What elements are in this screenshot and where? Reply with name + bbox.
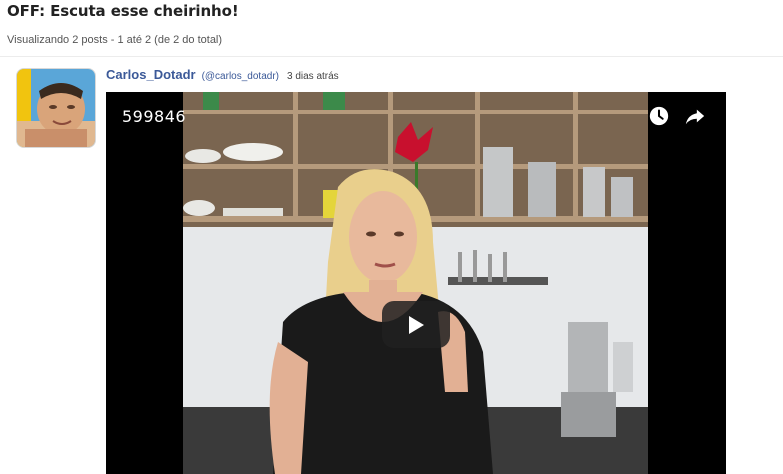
- avatar-image: [17, 69, 95, 147]
- avatar[interactable]: [16, 68, 96, 148]
- play-button[interactable]: [382, 301, 450, 348]
- divider: [0, 56, 783, 57]
- post-meta: Carlos_Dotadr (@carlos_dotadr) 3 dias at…: [106, 67, 339, 82]
- author-name-link[interactable]: Carlos_Dotadr: [106, 67, 196, 82]
- share-icon[interactable]: [684, 105, 706, 127]
- topic-title: OFF: Escuta esse cheirinho!: [7, 2, 239, 20]
- embedded-video[interactable]: 599846: [106, 92, 726, 474]
- post-count-text: Visualizando 2 posts - 1 até 2 (de 2 do …: [7, 34, 223, 46]
- clock-icon[interactable]: [648, 105, 670, 127]
- video-title[interactable]: 599846: [122, 107, 186, 126]
- post-time: 3 dias atrás: [286, 71, 339, 82]
- play-icon: [409, 315, 424, 334]
- author-handle-link[interactable]: (@carlos_dotadr): [202, 71, 279, 82]
- forum-topic-page: OFF: Escuta esse cheirinho! Visualizando…: [0, 0, 783, 474]
- video-frame: [183, 92, 648, 474]
